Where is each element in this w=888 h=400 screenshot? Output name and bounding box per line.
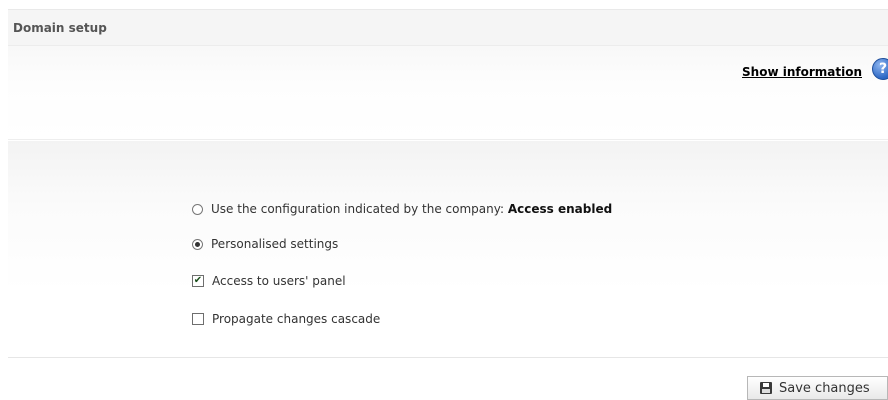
radio-selected-dot [195,241,200,247]
personalised-radio[interactable] [192,238,203,250]
show-information-link[interactable]: Show information [742,65,862,79]
personalised-label: Personalised settings [211,237,339,251]
check-icon: ✔ [193,275,203,286]
option-propagate[interactable]: Propagate changes cascade [192,311,380,327]
info-panel: Show information ? [8,46,888,140]
page-title: Domain setup [13,21,107,35]
help-icon[interactable]: ? [872,58,888,80]
save-changes-button[interactable]: Save changes [747,376,888,400]
users-panel-checkbox[interactable]: ✔ [192,275,204,287]
option-users-panel[interactable]: ✔ Access to users' panel [192,273,346,289]
save-changes-label: Save changes [779,380,870,396]
access-status: Access enabled [507,202,613,216]
company-config-radio[interactable] [192,203,203,215]
users-panel-label: Access to users' panel [212,274,346,288]
option-company-config[interactable]: Use the configuration indicated by the c… [192,201,612,217]
propagate-label: Propagate changes cascade [212,312,381,326]
propagate-checkbox[interactable] [192,313,204,325]
option-personalised[interactable]: Personalised settings [192,236,338,252]
floppy-disk-icon [760,382,772,394]
company-config-label: Use the configuration indicated by the c… [211,202,613,216]
options-panel [8,141,888,358]
section-header: Domain setup [8,9,888,46]
